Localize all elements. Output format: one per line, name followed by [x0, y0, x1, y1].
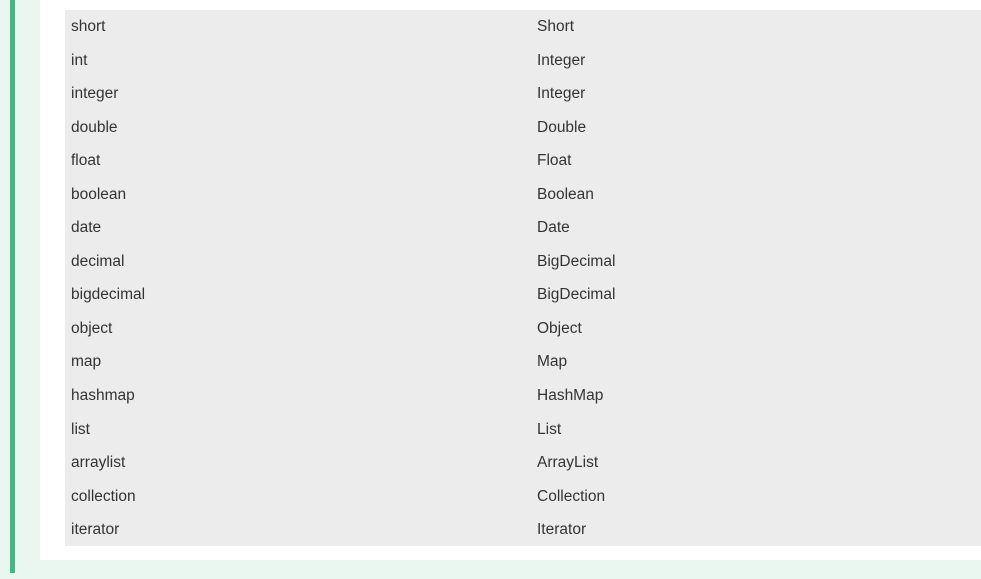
cell-alias: arraylist: [71, 454, 126, 472]
table-row: boolean Boolean: [65, 178, 981, 212]
table-row: iterator Iterator: [65, 513, 981, 547]
cell-alias: short: [71, 18, 106, 36]
table-row: integer Integer: [65, 77, 981, 111]
cell-java-type: Integer: [537, 51, 586, 69]
cell-alias: bigdecimal: [71, 286, 146, 304]
type-alias-table: short Short int Integer integer Integer double…: [65, 10, 981, 546]
cell-java-type: BigDecimal: [537, 286, 616, 304]
callout-accent-bar: [10, 0, 15, 573]
cell-java-type: Float: [537, 152, 572, 170]
table-row: date Date: [65, 211, 981, 245]
cell-java-type: BigDecimal: [537, 252, 616, 270]
cell-java-type: Integer: [537, 85, 586, 103]
cell-java-type: Map: [537, 353, 568, 371]
cell-java-type: Double: [537, 118, 587, 136]
table-row: arraylist ArrayList: [65, 446, 981, 480]
table-row: decimal BigDecimal: [65, 245, 981, 279]
cell-java-type: Date: [537, 219, 570, 237]
cell-alias: float: [71, 152, 101, 170]
cell-java-type: Iterator: [537, 521, 587, 539]
table-row: collection Collection: [65, 480, 981, 514]
cell-alias: collection: [71, 487, 136, 505]
cell-java-type: Collection: [537, 487, 606, 505]
callout-container: short Short int Integer integer Integer double…: [0, 0, 981, 579]
table-row: double Double: [65, 111, 981, 145]
table-row: list List: [65, 413, 981, 447]
cell-alias: decimal: [71, 252, 125, 270]
cell-alias: double: [71, 118, 118, 136]
cell-java-type: HashMap: [537, 387, 604, 405]
table-row: map Map: [65, 345, 981, 379]
table-row: short Short: [65, 10, 981, 44]
table-row: hashmap HashMap: [65, 379, 981, 413]
cell-java-type: Short: [537, 18, 575, 36]
cell-alias: hashmap: [71, 387, 135, 405]
cell-alias: int: [71, 51, 88, 69]
table-row: float Float: [65, 144, 981, 178]
cell-alias: date: [71, 219, 102, 237]
cell-alias: boolean: [71, 185, 127, 203]
cell-alias: object: [71, 319, 113, 337]
cell-java-type: Object: [537, 319, 582, 337]
content-panel: short Short int Integer integer Integer double…: [40, 0, 981, 560]
cell-java-type: List: [537, 420, 562, 438]
table-row: bigdecimal BigDecimal: [65, 278, 981, 312]
cell-java-type: Boolean: [537, 185, 594, 203]
table-row: int Integer: [65, 44, 981, 78]
cell-alias: map: [71, 353, 102, 371]
cell-java-type: ArrayList: [537, 454, 599, 472]
cell-alias: iterator: [71, 521, 120, 539]
table-row: object Object: [65, 312, 981, 346]
cell-alias: list: [71, 420, 90, 438]
cell-alias: integer: [71, 85, 119, 103]
